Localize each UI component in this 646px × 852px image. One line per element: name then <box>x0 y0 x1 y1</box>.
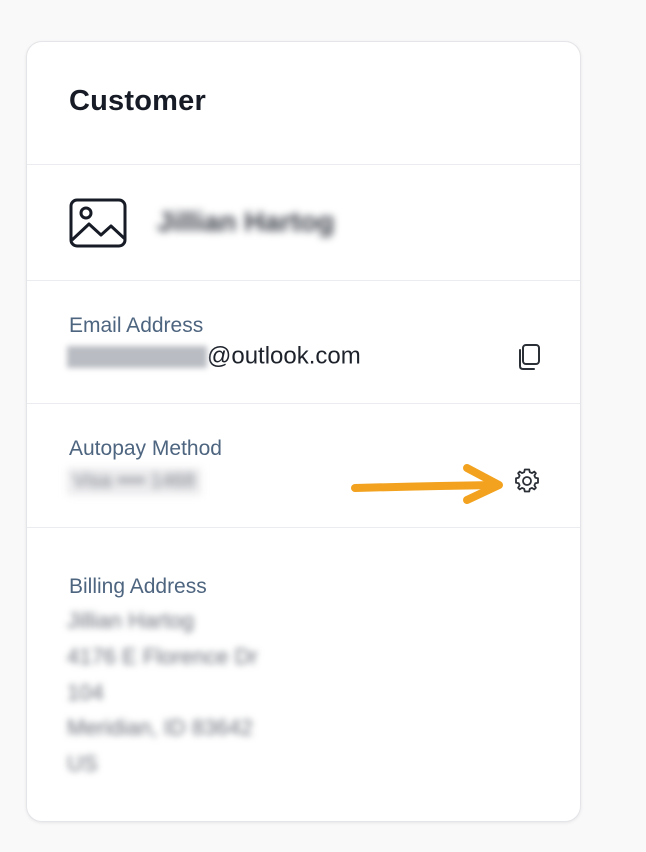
divider <box>27 403 580 404</box>
billing-address-line: Jillian Hartog <box>67 608 195 633</box>
copy-icon[interactable] <box>514 342 544 372</box>
autopay-method-value: Visa •••• 1468 <box>67 468 202 495</box>
gear-icon[interactable] <box>512 466 542 496</box>
orange-arrow-icon <box>351 464 503 504</box>
email-domain: @outlook.com <box>207 342 361 370</box>
email-label: Email Address <box>69 314 204 337</box>
image-placeholder-icon <box>69 198 127 248</box>
card-title: Customer <box>69 85 206 117</box>
billing-address-line: 4176 E Florence Dr <box>67 644 258 669</box>
customer-card: Customer Jillian Hartog Email Address @o… <box>26 41 581 822</box>
divider <box>27 280 580 281</box>
autopay-label: Autopay Method <box>69 437 222 460</box>
billing-address-line: Meridian, ID 83642 <box>67 715 253 740</box>
billing-address-line: 104 <box>67 680 104 705</box>
email-local-part-redacted <box>67 345 207 368</box>
divider <box>27 527 580 528</box>
email-value: @outlook.com <box>67 342 361 372</box>
divider <box>27 164 580 165</box>
customer-name: Jillian Hartog <box>157 206 335 237</box>
billing-address-line: US <box>67 751 98 776</box>
billing-label: Billing Address <box>69 575 207 598</box>
